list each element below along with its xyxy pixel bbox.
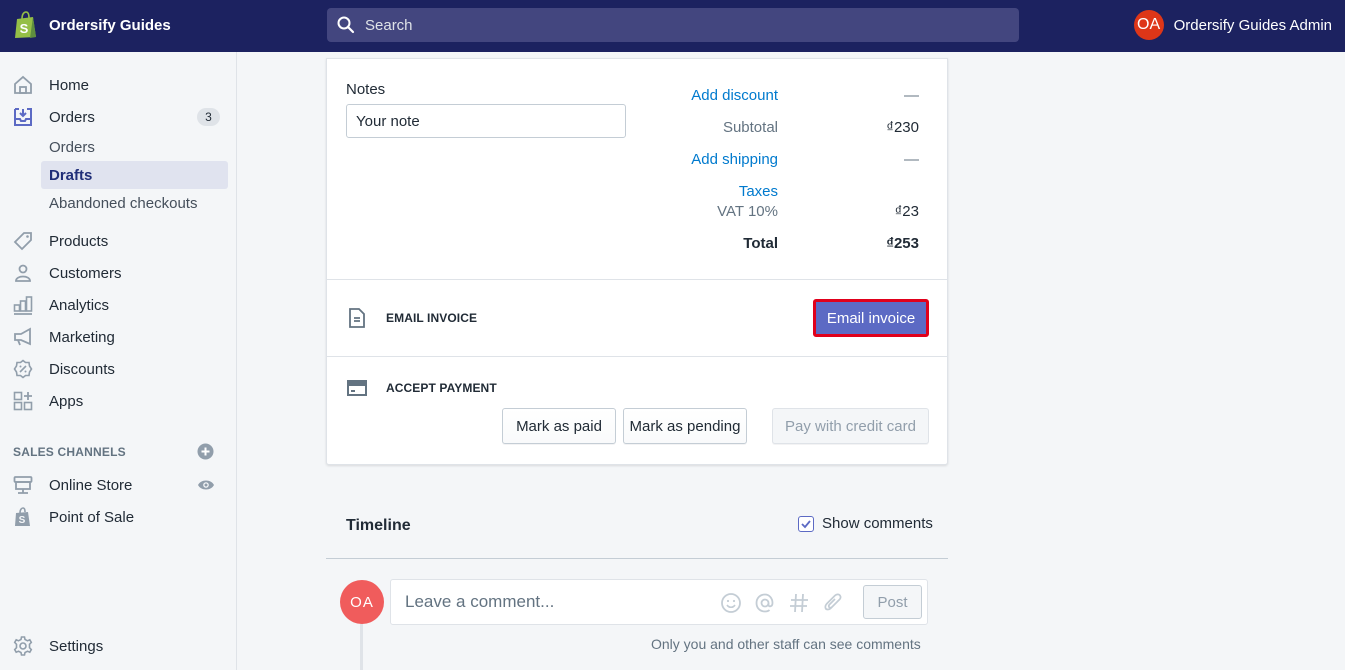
sidebar-item-products[interactable]: Products xyxy=(0,225,237,257)
pos-bag-icon: S xyxy=(15,507,30,526)
total-value: ₫253 xyxy=(886,235,919,252)
notes-input[interactable] xyxy=(346,104,626,138)
taxes-link[interactable]: Taxes xyxy=(627,183,778,200)
taxes-row: Taxes xyxy=(627,183,919,200)
sidebar-item-label: Home xyxy=(49,76,90,94)
search-icon xyxy=(337,16,355,34)
eye-icon[interactable] xyxy=(197,478,215,492)
sidebar-item-settings[interactable]: Settings xyxy=(0,630,237,662)
store-brand[interactable]: S Ordersify Guides xyxy=(13,11,171,39)
discount-value: — xyxy=(904,87,919,104)
emoji-icon[interactable] xyxy=(720,592,742,614)
email-invoice-heading: EMAIL INVOICE xyxy=(386,311,478,325)
vat-row: VAT 10% ₫23 xyxy=(627,203,919,220)
sidebar-item-label: Orders xyxy=(49,108,95,126)
sidebar-item-home[interactable]: Home xyxy=(0,69,237,101)
comment-input[interactable] xyxy=(405,592,705,612)
sidebar-item-point-of-sale[interactable]: S Point of Sale xyxy=(0,501,237,533)
credit-card-icon xyxy=(347,380,367,396)
timeline-divider xyxy=(326,558,948,559)
megaphone-icon xyxy=(14,327,31,346)
checkmark-icon xyxy=(801,519,811,528)
email-invoice-button[interactable]: Email invoice xyxy=(813,299,929,337)
document-icon xyxy=(349,308,365,328)
sidebar-item-label: Discounts xyxy=(49,360,115,378)
orders-count-badge: 3 xyxy=(197,108,220,126)
top-bar: S Ordersify Guides OA Ordersify Guides A… xyxy=(0,0,1345,52)
add-shipping-link[interactable]: Add shipping xyxy=(627,151,778,168)
hashtag-icon[interactable] xyxy=(788,592,810,614)
account-name: Ordersify Guides Admin xyxy=(1173,16,1332,34)
sidebar-item-label: Analytics xyxy=(49,296,110,314)
sidebar-item-label: Customers xyxy=(49,264,122,282)
sidebar-item-label: Apps xyxy=(49,392,84,410)
sales-channels-heading: SALES CHANNELS xyxy=(13,445,126,459)
subtotal-value: ₫230 xyxy=(886,119,919,136)
home-icon xyxy=(14,75,32,94)
search-bar[interactable] xyxy=(327,8,1019,42)
show-comments-toggle[interactable]: Show comments xyxy=(798,515,933,532)
sidebar-item-label: Online Store xyxy=(49,476,133,494)
show-comments-label: Show comments xyxy=(822,515,933,532)
sidebar-item-online-store[interactable]: Online Store xyxy=(0,469,237,501)
sidebar-item-customers[interactable]: Customers xyxy=(0,257,237,289)
tag-icon xyxy=(13,232,32,251)
bar-chart-icon xyxy=(13,296,33,315)
sidebar-item-marketing[interactable]: Marketing xyxy=(0,321,237,353)
discount-row: Add discount — xyxy=(627,87,919,104)
mark-as-pending-button[interactable]: Mark as pending xyxy=(623,408,747,444)
notes-label: Notes xyxy=(346,81,386,98)
shipping-value: — xyxy=(904,151,919,168)
comment-box: Post xyxy=(390,579,928,625)
post-comment-button[interactable]: Post xyxy=(863,585,922,619)
person-icon xyxy=(15,264,31,282)
sidebar-subitem-abandoned-checkouts[interactable]: Abandoned checkouts xyxy=(41,189,228,217)
mention-icon[interactable] xyxy=(754,592,776,614)
discount-icon xyxy=(13,359,33,379)
mark-as-paid-button[interactable]: Mark as paid xyxy=(502,408,616,444)
draft-order-card: Notes Add discount — Subtotal ₫230 Add s… xyxy=(326,58,948,465)
sidebar-subitem-orders[interactable]: Orders xyxy=(41,133,228,161)
add-sales-channel-icon[interactable] xyxy=(197,443,214,460)
sidebar-item-label: Point of Sale xyxy=(49,508,135,526)
vat-value: ₫23 xyxy=(894,203,919,220)
search-input[interactable] xyxy=(365,16,965,34)
pay-with-credit-card-button[interactable]: Pay with credit card xyxy=(772,408,929,444)
svg-text:S: S xyxy=(19,515,26,526)
gear-icon xyxy=(13,636,33,656)
store-icon xyxy=(13,476,33,494)
accept-payment-heading: ACCEPT PAYMENT xyxy=(386,381,497,395)
section-divider xyxy=(327,356,947,357)
sidebar: Home Orders 3 Orders Drafts Abandoned ch… xyxy=(0,52,237,670)
subtotal-label: Subtotal xyxy=(722,119,778,136)
sidebar-item-orders[interactable]: Orders 3 xyxy=(0,101,237,133)
sidebar-item-analytics[interactable]: Analytics xyxy=(0,289,237,321)
sidebar-item-label: Marketing xyxy=(49,328,115,346)
comment-author-avatar: OA xyxy=(340,580,384,624)
sidebar-item-label: Settings xyxy=(49,637,104,655)
vat-label: VAT 10% xyxy=(717,203,778,220)
sidebar-item-label: Products xyxy=(49,232,109,250)
show-comments-checkbox[interactable] xyxy=(798,515,814,532)
timeline-title: Timeline xyxy=(346,517,411,534)
total-row: Total ₫253 xyxy=(627,235,919,252)
timeline-line xyxy=(360,620,363,670)
attachment-icon[interactable] xyxy=(822,592,844,614)
svg-text:S: S xyxy=(20,21,29,36)
sidebar-item-discounts[interactable]: Discounts xyxy=(0,353,237,385)
account-menu[interactable]: OA Ordersify Guides Admin xyxy=(1133,10,1332,40)
sidebar-subitem-drafts[interactable]: Drafts xyxy=(41,161,228,189)
subtotal-row: Subtotal ₫230 xyxy=(627,119,919,136)
sidebar-item-apps[interactable]: Apps xyxy=(0,385,237,417)
orders-icon xyxy=(14,108,32,126)
shopify-logo-icon: S xyxy=(15,11,36,38)
add-discount-link[interactable]: Add discount xyxy=(627,87,778,104)
store-name: Ordersify Guides xyxy=(49,16,171,34)
comment-visibility-hint: Only you and other staff can see comment… xyxy=(651,636,921,652)
account-avatar: OA xyxy=(1133,10,1164,40)
total-label: Total xyxy=(743,235,778,252)
section-divider xyxy=(327,279,947,280)
shipping-row: Add shipping — xyxy=(627,151,919,168)
apps-icon xyxy=(13,391,33,411)
